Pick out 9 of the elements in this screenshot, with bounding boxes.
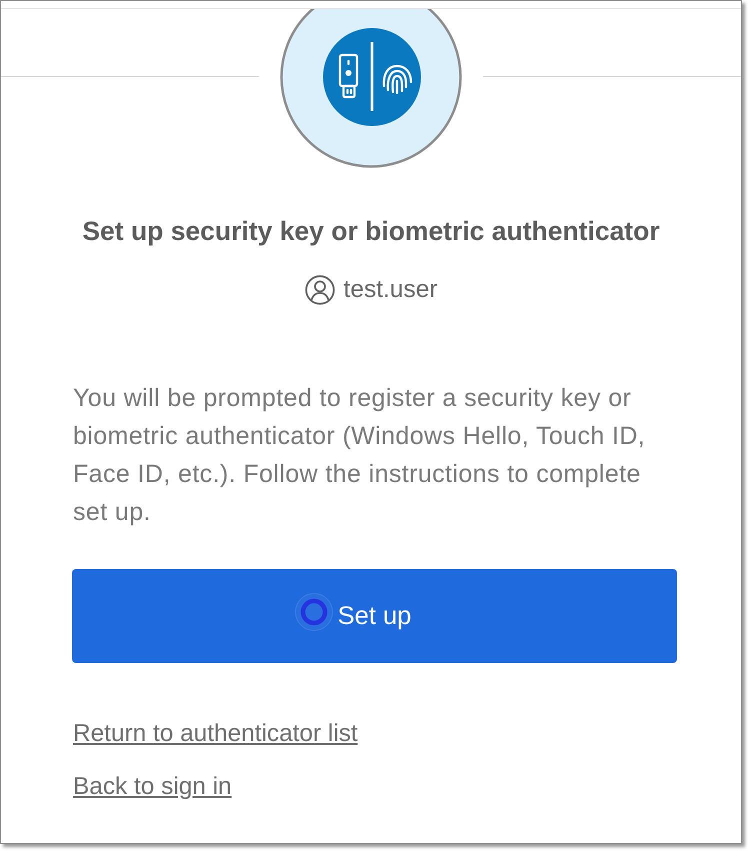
page-title: Set up security key or biometric authenticator [81,215,661,247]
text-link[interactable]: Back to sign in [73,772,232,802]
text-link[interactable]: Return to authenticator list [73,719,358,749]
setup-button[interactable]: Set up [72,569,677,663]
username: test.user [344,275,438,305]
key-and-fingerprint-icon [280,9,462,168]
user-icon [304,275,335,305]
click-indicator-icon [294,592,334,632]
instructions-text: You will be prompted to register a security key or biometric authenticator (Windows Hello, Touch ID, Face ID, etc.). Follow the instructions to complete set up. [73,383,646,528]
